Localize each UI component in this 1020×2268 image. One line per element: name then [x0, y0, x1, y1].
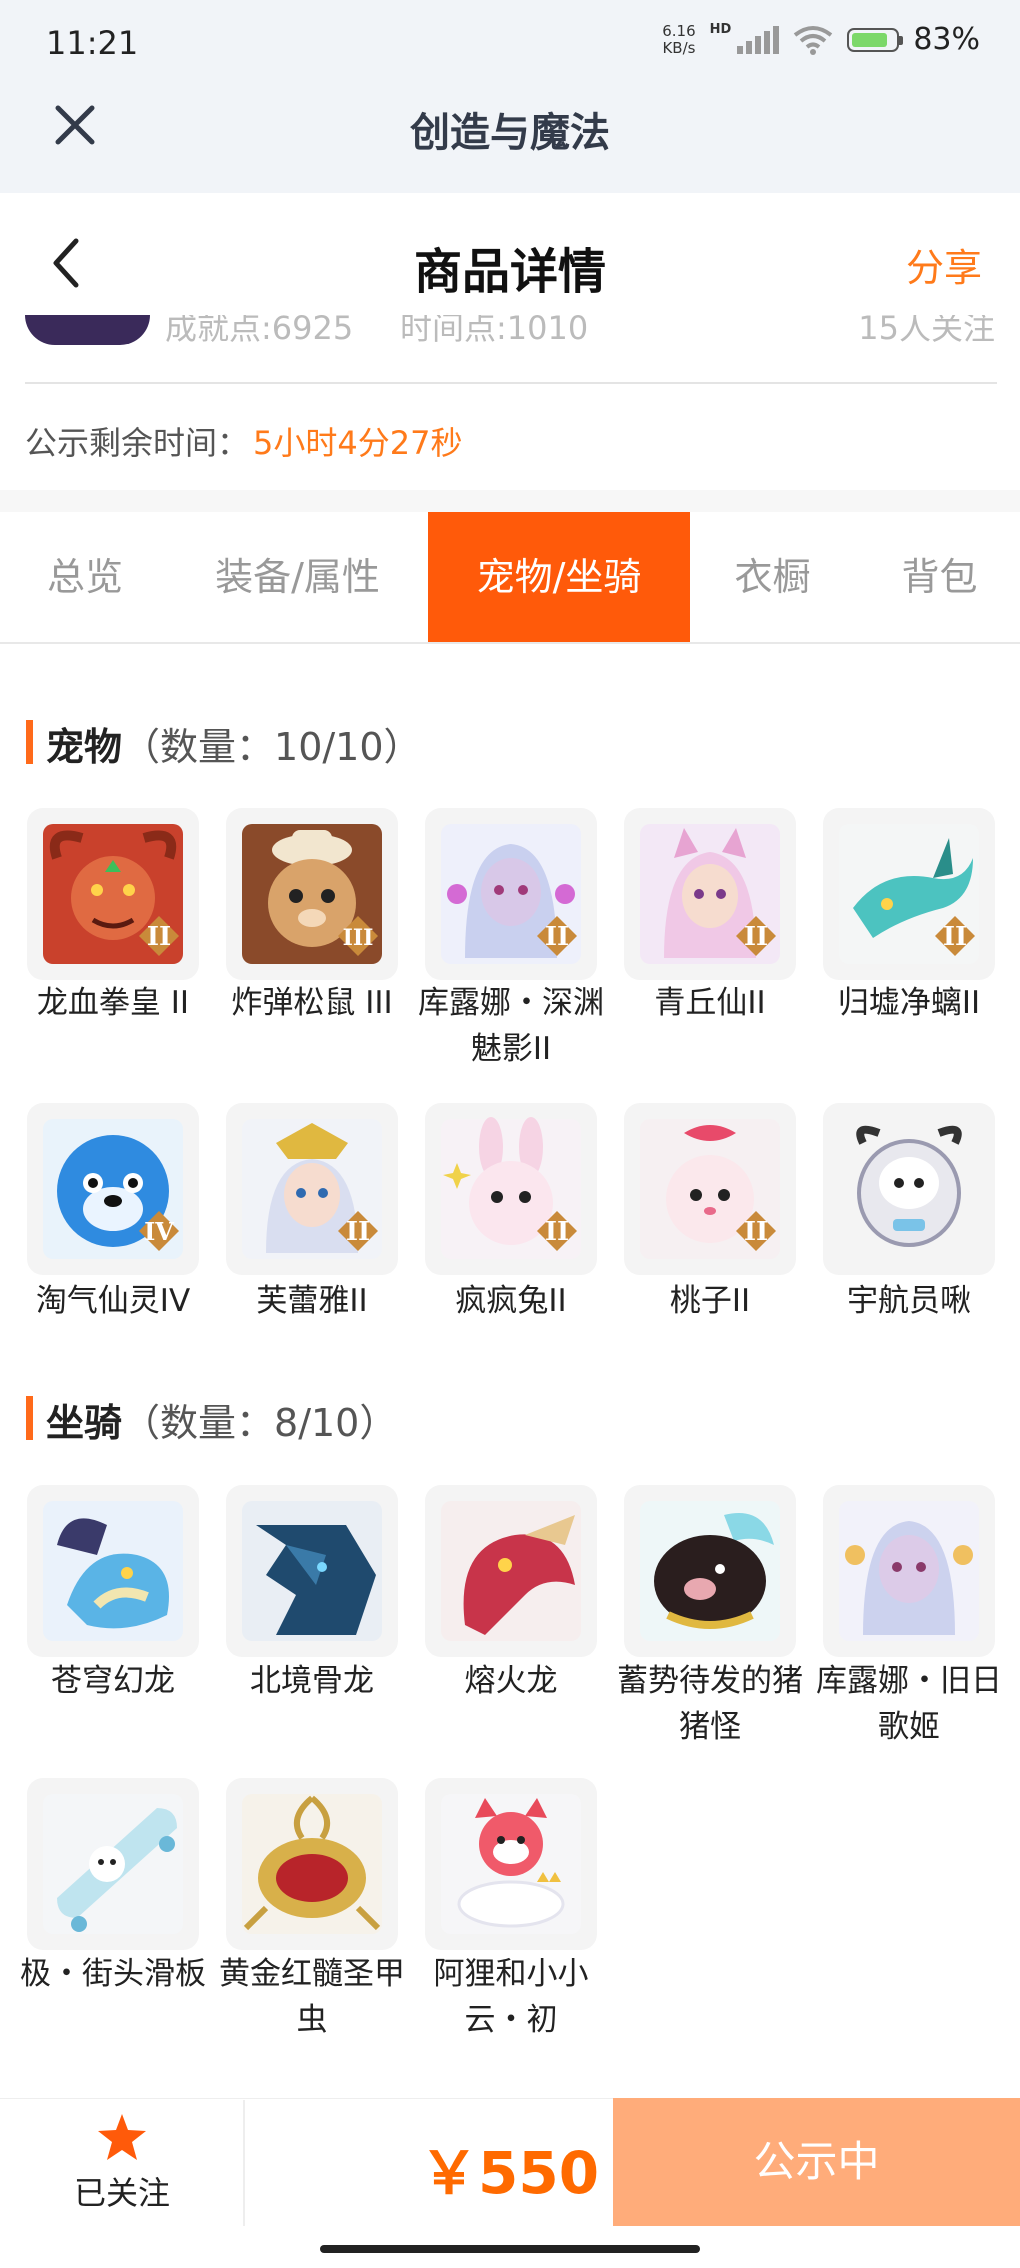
pet-card[interactable]: II [425, 1103, 597, 1275]
peach-cat-pet-icon: II [640, 1119, 780, 1259]
follow-button-label[interactable]: 已关注 [60, 2168, 184, 2214]
section-gap [0, 490, 1020, 512]
divider [243, 2100, 245, 2226]
mount-card[interactable] [425, 1778, 597, 1950]
pet-card[interactable]: II [823, 808, 995, 980]
time-points: 时间点:1010 [400, 315, 589, 347]
pet-name: 淘气仙灵IV [35, 1283, 191, 1319]
status-icons: 6.16 KB/s HD 83% [662, 22, 980, 57]
mount-name: 阿狸和小小云・初 [433, 1956, 589, 2038]
kuluna-mount-icon [839, 1501, 979, 1641]
squirrel-pet-icon: III [242, 824, 382, 964]
seller-info-row: 成就点:6925 时间点:1010 15人关注 [0, 315, 1020, 355]
svg-text:II: II [943, 922, 967, 952]
blue-dog-pet-icon: IV [43, 1119, 183, 1259]
svg-text:II: II [545, 1217, 569, 1247]
dragon-boxer-pet-icon: II [43, 824, 183, 964]
pet-card[interactable]: II [624, 808, 796, 980]
pet-name: 宇航员啾 [847, 1283, 971, 1319]
mount-card[interactable] [27, 1485, 199, 1657]
pet-name: 库露娜・深渊魅影II [418, 985, 604, 1067]
section-accent-bar [26, 1396, 33, 1440]
pig-mount-icon [640, 1501, 780, 1641]
pet-card[interactable]: III [226, 808, 398, 980]
pet-name: 归墟净螭II [837, 985, 981, 1021]
mount-card[interactable] [823, 1485, 995, 1657]
fox-fairy-pet-icon: II [640, 824, 780, 964]
mount-card[interactable] [226, 1778, 398, 1950]
svg-text:II: II [545, 922, 569, 952]
pet-card[interactable] [823, 1103, 995, 1275]
mount-name: 熔火龙 [464, 1663, 558, 1699]
follower-count: 15人关注 [858, 315, 995, 347]
mount-name: 极・街头滑板 [20, 1956, 206, 1992]
page-title: 商品详情 [413, 244, 606, 300]
mount-card[interactable] [624, 1485, 796, 1657]
svg-text:II: II [147, 922, 171, 952]
pets-section-title: 宠物（数量：10/10） [46, 725, 422, 769]
signal-icon [737, 25, 780, 54]
avatar [25, 315, 150, 345]
star-icon[interactable] [96, 2112, 148, 2162]
status-time: 11:21 [46, 24, 139, 62]
svg-text:II: II [346, 1217, 370, 1247]
rabbit-pet-icon: II [441, 1117, 581, 1259]
app-title: 创造与魔法 [410, 110, 610, 156]
mount-card[interactable] [27, 1778, 199, 1950]
mount-name: 黄金红髓圣甲虫 [219, 1956, 405, 2038]
pet-name: 桃子II [669, 1283, 751, 1319]
pet-card[interactable]: IV [27, 1103, 199, 1275]
section-accent-bar [26, 720, 33, 764]
scarab-mount-icon [242, 1794, 382, 1934]
tab-overview[interactable]: 总览 [0, 512, 170, 642]
pet-card[interactable]: II [425, 808, 597, 980]
mount-name: 北境骨龙 [250, 1663, 374, 1699]
pet-name: 炸弹松鼠 III [231, 985, 393, 1021]
tab-backpack[interactable]: 背包 [862, 512, 1017, 642]
mount-name: 蓄势待发的猪猪怪 [617, 1663, 803, 1745]
tab-pets-mounts[interactable]: 宠物/坐骑 [428, 512, 690, 642]
divider [25, 382, 997, 384]
timer-label: 公示剩余时间： [25, 424, 250, 462]
net-speed: 6.16 KB/s [662, 21, 696, 57]
price: ￥550 [420, 2139, 600, 2207]
mount-name: 库露娜・旧日歌姬 [816, 1663, 1002, 1745]
sea-dragon-pet-icon: II [839, 824, 979, 964]
tab-wardrobe[interactable]: 衣橱 [700, 512, 845, 642]
pet-name: 青丘仙II [654, 985, 766, 1021]
pet-name: 疯疯兔II [455, 1283, 567, 1319]
pet-name: 芙蕾雅II [256, 1283, 368, 1319]
lava-dragon-mount-icon [441, 1501, 581, 1641]
wifi-icon [794, 25, 833, 55]
pet-card[interactable]: II [624, 1103, 796, 1275]
bone-dragon-mount-icon [242, 1501, 382, 1641]
pet-card[interactable]: II [27, 808, 199, 980]
share-button[interactable]: 分享 [906, 237, 982, 292]
hd-badge: HD [709, 22, 732, 37]
tab-equipment[interactable]: 装备/属性 [190, 512, 405, 642]
pet-name: 龙血拳皇 II [36, 985, 190, 1021]
mount-name: 苍穹幻龙 [51, 1663, 175, 1699]
ali-cloud-mount-icon [441, 1794, 581, 1934]
freya-pet-icon: II [242, 1119, 382, 1259]
battery-percent: 83% [913, 22, 980, 57]
svg-text:IV: IV [144, 1217, 174, 1246]
astronaut-pet-icon [839, 1119, 979, 1259]
mount-card[interactable] [425, 1485, 597, 1657]
skateboard-mount-icon [43, 1794, 183, 1934]
pet-card[interactable]: II [226, 1103, 398, 1275]
kuluna-pet-icon: II [441, 824, 581, 964]
timer-value: 5小时4分27秒 [253, 424, 463, 462]
tab-bar: 总览 装备/属性 宠物/坐骑 衣橱 背包 [0, 512, 1020, 644]
publicity-status-button[interactable]: 公示中 [613, 2098, 1020, 2226]
home-indicator[interactable] [320, 2245, 700, 2253]
mount-card[interactable] [226, 1485, 398, 1657]
sky-dragon-mount-icon [43, 1501, 183, 1641]
svg-text:II: II [744, 1217, 768, 1247]
achievement-points: 成就点:6925 [165, 315, 354, 347]
mounts-section-title: 坐骑（数量：8/10） [46, 1401, 398, 1445]
battery-icon [847, 27, 904, 52]
svg-text:III: III [343, 925, 374, 951]
svg-text:II: II [744, 922, 768, 952]
